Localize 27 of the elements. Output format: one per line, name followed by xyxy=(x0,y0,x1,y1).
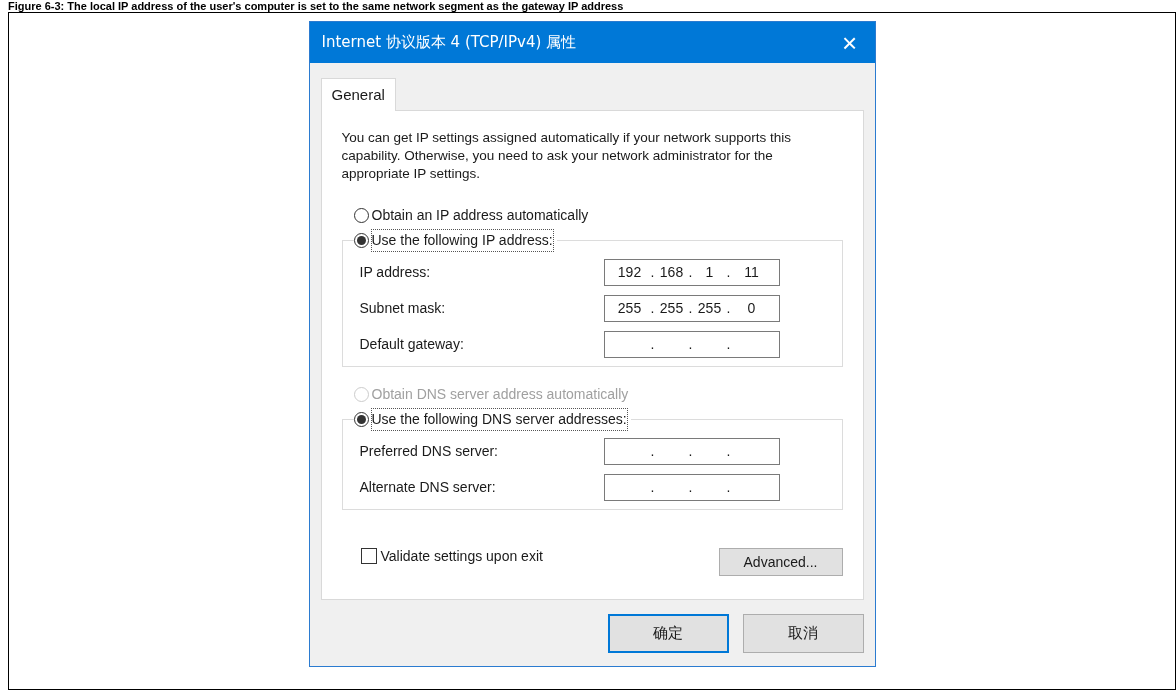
ip-address-field[interactable]: . . . xyxy=(603,438,780,465)
dialog-button[interactable]: 取消 xyxy=(742,614,864,653)
checkbox[interactable] xyxy=(360,548,377,564)
checkbox-label: Validate settings upon exit xyxy=(380,546,543,566)
advanced-button[interactable]: Advanced... xyxy=(718,548,843,576)
ip-address-field[interactable]: 255 . 255 . 255 . 0 xyxy=(603,295,780,322)
ip-address-field[interactable]: . . . xyxy=(603,331,780,358)
field-label: Preferred DNS server: xyxy=(359,442,498,461)
radio-button[interactable] xyxy=(353,233,369,248)
dialog-button[interactable]: 确定 xyxy=(607,614,729,653)
close-button[interactable]: × xyxy=(834,29,865,56)
field-label: Subnet mask: xyxy=(359,299,446,318)
intro-text: You can get IP settings assigned automatically if your network supports this capability. Otherwise, you need to ask your network administrator for the appropriate IP settings. xyxy=(341,129,792,183)
ip-address-field[interactable]: 192 . 168 . 1 . 11 xyxy=(603,259,780,286)
radio-label: Obtain an IP address automatically xyxy=(371,206,589,225)
radio-button[interactable] xyxy=(353,208,369,223)
field-label: IP address: xyxy=(359,263,431,282)
radio-button[interactable] xyxy=(353,412,369,427)
radio-label: Use the following DNS server addresses: xyxy=(371,409,627,430)
radio-label: Obtain DNS server address automatically xyxy=(371,385,629,404)
figure-caption: Figure 6-3: The local IP address of the user's computer is set to the same network segment as the gateway IP address xyxy=(7,0,625,12)
window-title: Internet 协议版本 4 (TCP/IPv4) 属性 xyxy=(321,32,577,54)
field-label: Default gateway: xyxy=(359,335,464,354)
ip-address-field[interactable]: . . . xyxy=(603,474,780,501)
field-label: Alternate DNS server: xyxy=(359,478,496,497)
radio-label: Use the following IP address: xyxy=(371,230,553,251)
tab[interactable]: General xyxy=(320,78,396,111)
